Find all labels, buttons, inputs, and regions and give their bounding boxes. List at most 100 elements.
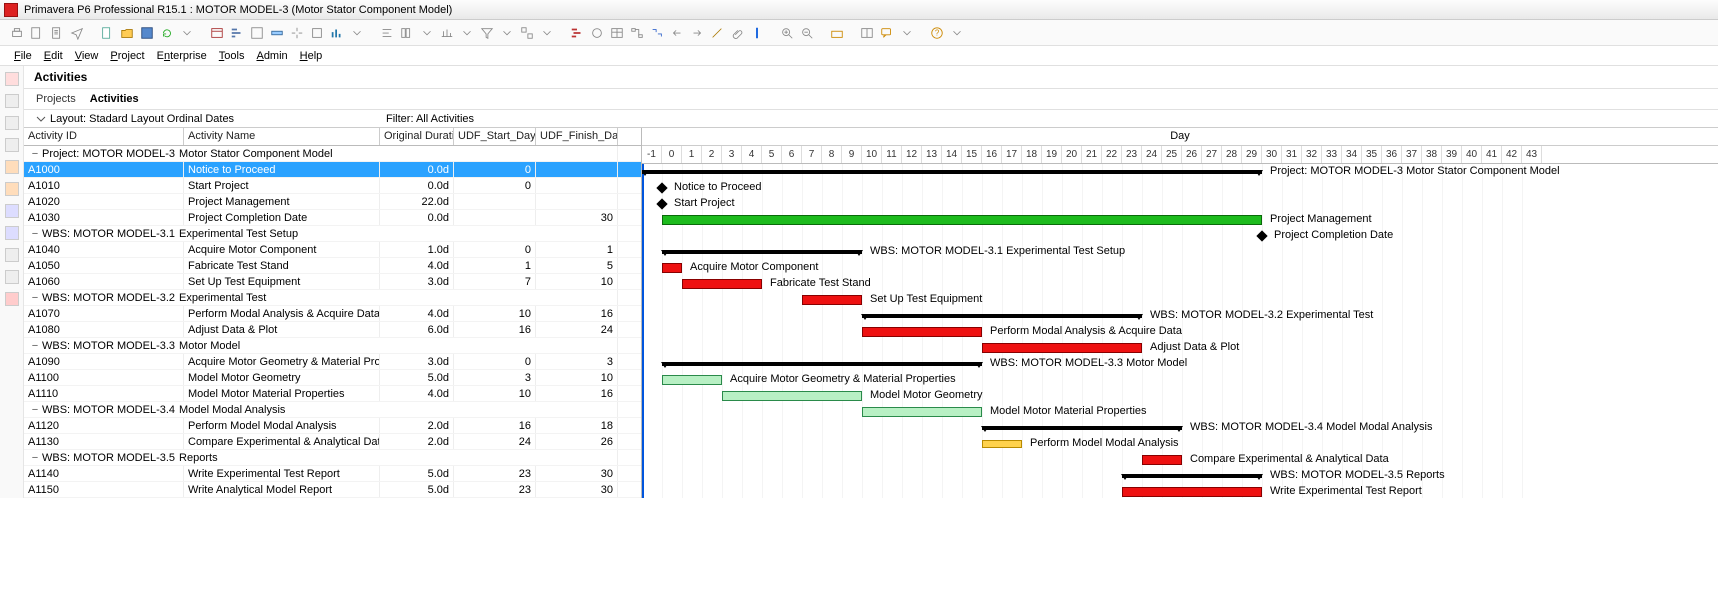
col-original-duration[interactable]: Original Duration (380, 128, 454, 145)
chart-icon[interactable] (328, 24, 346, 42)
open-icon[interactable] (118, 24, 136, 42)
menu-help[interactable]: Help (296, 48, 327, 64)
activity-bar[interactable] (862, 327, 982, 337)
menu-admin[interactable]: Admin (252, 48, 291, 64)
wbs-row[interactable]: −WBS: MOTOR MODEL-3.2 Experimental Test (24, 290, 641, 306)
lt-cut-icon[interactable] (5, 94, 19, 108)
succ-icon[interactable] (688, 24, 706, 42)
collapse-icon[interactable]: − (28, 148, 42, 160)
chevron-down-icon[interactable] (458, 24, 476, 42)
chevron-down-icon[interactable] (498, 24, 516, 42)
wbs-row[interactable]: −WBS: MOTOR MODEL-3.1 Experimental Test … (24, 226, 641, 242)
help-icon[interactable]: ? (928, 24, 946, 42)
activity-row[interactable]: A1030Project Completion Date0.0d30 (24, 210, 641, 226)
menu-view[interactable]: View (71, 48, 103, 64)
chevron-down-icon[interactable] (418, 24, 436, 42)
activity-bar[interactable] (1122, 487, 1262, 497)
apply-icon[interactable] (248, 24, 266, 42)
lt-role-icon[interactable] (5, 182, 19, 196)
menu-tools[interactable]: Tools (215, 48, 249, 64)
data-date-icon[interactable] (748, 24, 766, 42)
activity-bar[interactable] (722, 391, 862, 401)
timescale-icon[interactable] (438, 24, 456, 42)
activity-row[interactable]: A1010Start Project0.0d0 (24, 178, 641, 194)
network-icon[interactable] (628, 24, 646, 42)
summary-bar[interactable] (662, 250, 862, 254)
activity-row[interactable]: A1120Perform Model Modal Analysis2.0d161… (24, 418, 641, 434)
activity-bar[interactable] (662, 375, 722, 385)
window-icon[interactable] (858, 24, 876, 42)
activity-row[interactable]: A1040Acquire Motor Component1.0d01 (24, 242, 641, 258)
activity-row[interactable]: A1000Notice to Proceed0.0d0 (24, 162, 641, 178)
activity-bar[interactable] (982, 343, 1142, 353)
activity-bar[interactable] (662, 215, 1262, 225)
collapse-icon[interactable]: − (28, 340, 42, 352)
lt-act-icon[interactable] (5, 204, 19, 218)
progress-line-icon[interactable] (708, 24, 726, 42)
menu-edit[interactable]: Edit (40, 48, 67, 64)
milestone-icon[interactable] (1256, 230, 1267, 241)
lt-expense-icon[interactable] (5, 292, 19, 306)
group-icon[interactable] (518, 24, 536, 42)
details-icon[interactable] (828, 24, 846, 42)
trace-icon[interactable] (588, 24, 606, 42)
collapse-icon[interactable]: − (28, 404, 42, 416)
collapse-icon[interactable]: − (28, 452, 42, 464)
activity-bar[interactable] (682, 279, 762, 289)
activity-row[interactable]: A1110Model Motor Material Properties4.0d… (24, 386, 641, 402)
milestone-icon[interactable] (656, 182, 667, 193)
menu-project[interactable]: Project (106, 48, 148, 64)
tab-projects[interactable]: Projects (36, 93, 76, 105)
send-icon[interactable] (68, 24, 86, 42)
activity-row[interactable]: A1060Set Up Test Equipment3.0d710 (24, 274, 641, 290)
activity-bar[interactable] (1142, 455, 1182, 465)
gantt-chart[interactable]: Day -10123456789101112131415161718192021… (642, 128, 1718, 498)
activity-row[interactable]: A1130Compare Experimental & Analytical D… (24, 434, 641, 450)
chevron-down-icon[interactable] (948, 24, 966, 42)
col-activity-name[interactable]: Activity Name (184, 128, 380, 145)
activity-row[interactable]: A1100Model Motor Geometry5.0d310 (24, 370, 641, 386)
tab-activities[interactable]: Activities (90, 93, 139, 105)
store-icon[interactable] (308, 24, 326, 42)
chevron-down-icon[interactable] (538, 24, 556, 42)
relationships-icon[interactable] (648, 24, 666, 42)
refresh-icon[interactable] (158, 24, 176, 42)
layout-chevron-icon[interactable] (36, 114, 46, 124)
progress-icon[interactable] (268, 24, 286, 42)
wbs-row[interactable]: −WBS: MOTOR MODEL-3.3 Motor Model (24, 338, 641, 354)
lt-step-icon[interactable] (5, 248, 19, 262)
col-activity-id[interactable]: Activity ID (24, 128, 184, 145)
recalc-icon[interactable] (288, 24, 306, 42)
filter-icon[interactable] (478, 24, 496, 42)
print-preview-icon[interactable] (28, 24, 46, 42)
columns-icon[interactable] (398, 24, 416, 42)
wbs-row[interactable]: −Project: MOTOR MODEL-3 Motor Stator Com… (24, 146, 641, 162)
activity-bar[interactable] (982, 440, 1022, 448)
filter-label[interactable]: Filter: All Activities (380, 113, 474, 125)
activity-row[interactable]: A1020Project Management22.0d (24, 194, 641, 210)
pred-icon[interactable] (668, 24, 686, 42)
activity-row[interactable]: A1090Acquire Motor Geometry & Material P… (24, 354, 641, 370)
lt-pred-icon[interactable] (5, 226, 19, 240)
chevron-down-icon[interactable] (348, 24, 366, 42)
level-icon[interactable] (228, 24, 246, 42)
milestone-icon[interactable] (656, 198, 667, 209)
summary-bar[interactable] (662, 362, 982, 366)
table-icon[interactable] (608, 24, 626, 42)
collapse-icon[interactable]: − (28, 292, 42, 304)
activity-row[interactable]: A1150Write Analytical Model Report5.0d23… (24, 482, 641, 498)
activity-bar[interactable] (662, 263, 682, 273)
align-icon[interactable] (378, 24, 396, 42)
zoom-in-icon[interactable] (778, 24, 796, 42)
summary-bar[interactable] (982, 426, 1182, 430)
save-icon[interactable] (138, 24, 156, 42)
activity-row[interactable]: A1050Fabricate Test Stand4.0d15 (24, 258, 641, 274)
zoom-out-icon[interactable] (798, 24, 816, 42)
summary-bar[interactable] (862, 314, 1142, 318)
attachments-icon[interactable] (728, 24, 746, 42)
page-setup-icon[interactable] (48, 24, 66, 42)
menu-enterprise[interactable]: Enterprise (153, 48, 211, 64)
gantt-icon[interactable] (568, 24, 586, 42)
schedule-icon[interactable] (208, 24, 226, 42)
wbs-row[interactable]: −WBS: MOTOR MODEL-3.5 Reports (24, 450, 641, 466)
